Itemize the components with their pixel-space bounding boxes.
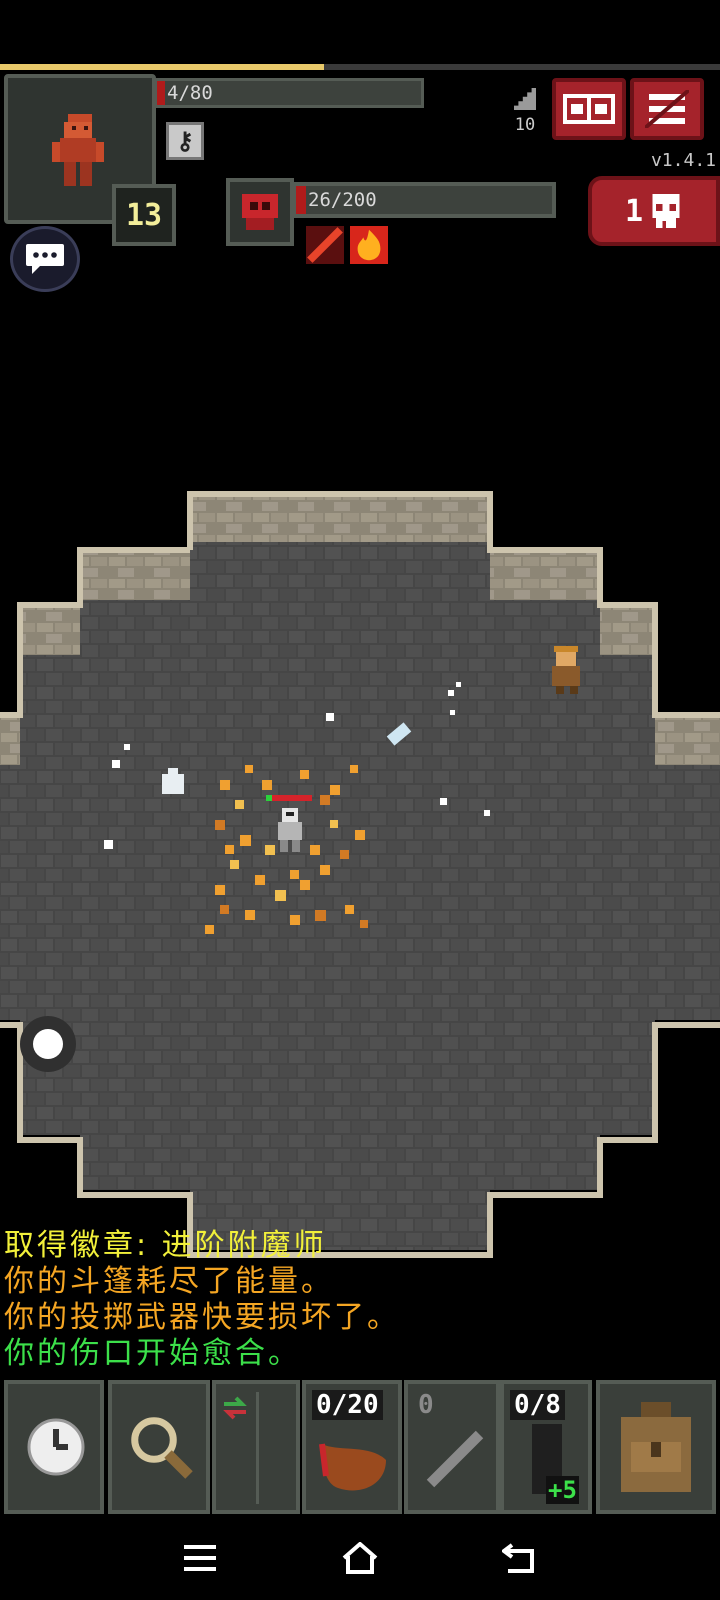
status-area	[0, 0, 720, 66]
dagger-icon	[426, 1430, 484, 1488]
target-enemy-portrait[interactable]	[226, 178, 294, 246]
target-health-text: 26/200	[308, 189, 377, 211]
menu-icon	[645, 90, 689, 128]
joystick-button[interactable]	[20, 1016, 76, 1072]
search-button[interactable]	[108, 1380, 210, 1514]
danger-indicator[interactable]: 1	[588, 176, 720, 246]
journal-button[interactable]	[552, 78, 626, 140]
quickslot-2-label: 0	[418, 1390, 434, 1420]
bleed-icon	[307, 227, 343, 263]
quickslot-3-bonus: +5	[546, 1476, 579, 1504]
home-nav-button[interactable]	[336, 1538, 384, 1578]
depth-indicator[interactable]: 10	[508, 88, 542, 142]
hamburger-icon	[184, 1545, 216, 1571]
joystick-knob	[33, 1029, 63, 1059]
fire-icon	[357, 229, 381, 261]
backpack-button[interactable]	[596, 1380, 716, 1514]
iron-key-icon[interactable]: ⚷	[166, 122, 204, 160]
dungeon-map[interactable]	[0, 490, 720, 1290]
skull-icon	[652, 194, 680, 228]
back-nav-button[interactable]	[496, 1538, 544, 1578]
target-health-bar: 26/200	[292, 182, 556, 218]
danger-count: 1	[624, 193, 644, 229]
chat-button[interactable]	[10, 226, 80, 292]
quickslot-2[interactable]: 0	[404, 1380, 500, 1514]
quickslot-3[interactable]: 0/8 +5	[500, 1380, 592, 1514]
version-label: v1.4.1	[650, 150, 716, 171]
journal-icon	[563, 94, 615, 124]
hero-sprite	[52, 114, 104, 186]
log-line: 你的斗篷耗尽了能量。	[4, 1264, 334, 1299]
waterskin-icon	[319, 1443, 386, 1491]
enemy-icon	[242, 194, 278, 230]
bleeding-buff-icon[interactable]	[306, 226, 344, 264]
hero-health-text: 4/80	[167, 82, 213, 104]
stairs-icon	[514, 88, 536, 110]
health-fill	[157, 81, 165, 105]
message-log: 取得徽章: 进阶附魔师 你的斗篷耗尽了能量。 你的投掷武器快要损坏了。 你的伤口…	[4, 1228, 704, 1372]
quickslot-3-label: 0/8	[510, 1390, 565, 1420]
experience-bar	[0, 64, 720, 70]
swap-quickslot-button[interactable]	[212, 1380, 300, 1514]
hero-level-badge: 13	[112, 184, 176, 246]
burning-buff-icon[interactable]	[350, 226, 388, 264]
menu-button[interactable]	[630, 78, 704, 140]
magnifier-icon	[131, 1417, 193, 1479]
clock-icon	[27, 1418, 85, 1476]
home-icon	[342, 1542, 378, 1574]
wait-button[interactable]	[4, 1380, 104, 1514]
log-line: 你的伤口开始愈合。	[4, 1336, 301, 1371]
experience-fill	[0, 64, 324, 70]
hero-health-bar: 4/80	[154, 78, 424, 108]
slot-grid	[256, 1392, 297, 1504]
back-icon	[502, 1543, 534, 1573]
target-health-fill	[296, 186, 306, 214]
depth-number: 10	[514, 115, 536, 135]
quickslot-1[interactable]: 0/20	[302, 1380, 402, 1514]
swap-icon	[223, 1396, 247, 1420]
quickslot-1-label: 0/20	[312, 1390, 383, 1420]
chat-icon	[26, 244, 64, 274]
menu-nav-button[interactable]	[176, 1538, 224, 1578]
log-line: 你的投掷武器快要损坏了。	[4, 1300, 400, 1335]
backpack-icon	[621, 1402, 691, 1492]
log-line: 取得徽章: 进阶附魔师	[4, 1228, 327, 1263]
